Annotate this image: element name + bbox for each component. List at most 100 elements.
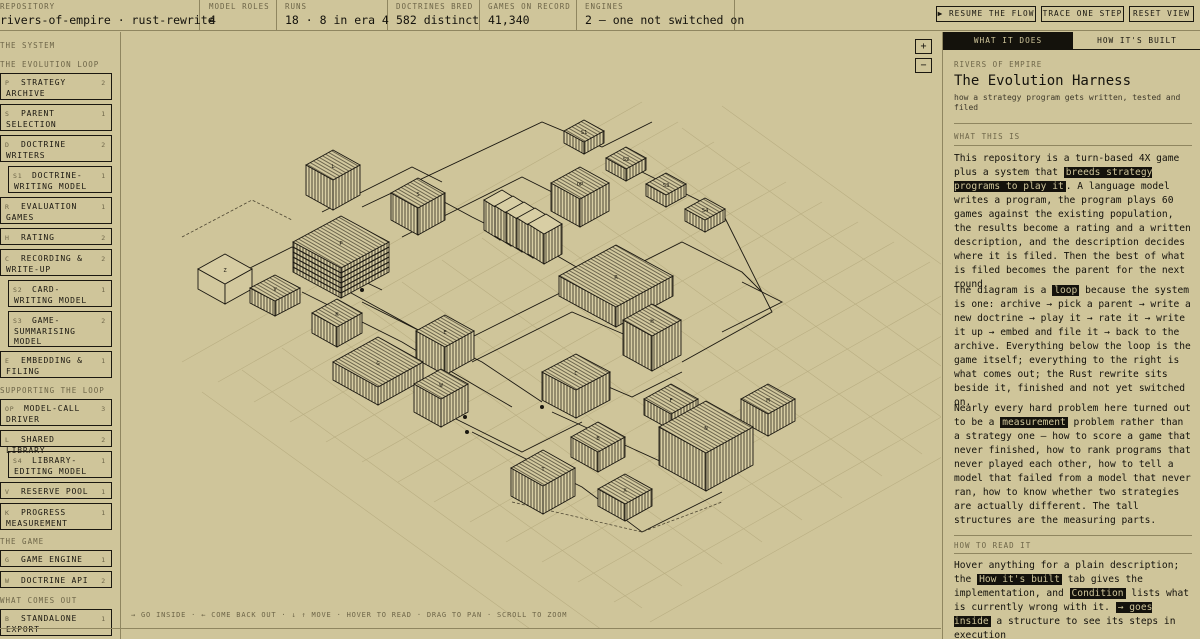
divider [954, 535, 1192, 536]
resume-flow-button[interactable]: ▶ RESUME THE FLOW [936, 6, 1036, 22]
sidebar-item-progress-measurement[interactable]: K PROGRESS MEASUREMENT 1 [0, 503, 112, 530]
item-count: 1 [101, 110, 106, 118]
section-how-to-read: HOW TO READ IT [954, 541, 1032, 550]
item-count: 3 [101, 405, 106, 413]
zoom-in-button[interactable]: + [915, 39, 932, 54]
zoom-out-button[interactable]: − [915, 58, 932, 73]
block-op[interactable]: OP [550, 166, 610, 228]
sidebar-system-title: THE SYSTEM [0, 41, 56, 50]
stat-games: GAMES ON RECORD 41,340 [480, 0, 577, 31]
highlight-term[interactable]: How it's built [977, 574, 1062, 585]
sidebar-item-shared-library[interactable]: L SHARED LIBRARY 2 [0, 430, 112, 455]
sidebar-item-doctrine-writers[interactable]: D DOCTRINE WRITERS 2 [0, 135, 112, 162]
item-label: GAME-SUMMARISING MODEL [14, 316, 76, 346]
block-s1[interactable]: S1 [563, 119, 605, 155]
sidebar-item-game-engine[interactable]: G GAME ENGINE 1 [0, 550, 112, 567]
block-l[interactable]: L [305, 149, 361, 211]
panel-kicker: RIVERS OF EMPIRE [954, 60, 1043, 69]
item-label: STRATEGY ARCHIVE [6, 78, 66, 98]
block-s4[interactable]: S4 [684, 197, 726, 233]
sidebar-item-doctrine-writing-model[interactable]: S1 DOCTRINE-WRITING MODEL 1 [8, 166, 112, 193]
tab-how-its-built[interactable]: HOW IT'S BUILT [1073, 32, 1200, 50]
item-count: 2 [101, 317, 106, 325]
stat-value: 41,340 [488, 13, 530, 27]
sidebar-item-strategy-archive[interactable]: P STRATEGY ARCHIVE 2 [0, 73, 112, 100]
info-panel: WHAT IT DOES HOW IT'S BUILT RIVERS OF EM… [942, 32, 1200, 639]
block-v[interactable]: V [249, 274, 301, 317]
item-count: 1 [101, 509, 106, 517]
item-label: DOCTRINE API [21, 576, 89, 585]
tab-what-it-does[interactable]: WHAT IT DOES [943, 32, 1073, 50]
block-label: S1 [581, 130, 588, 136]
item-label: MODEL-CALL DRIVER [6, 404, 81, 424]
paragraph-text: problem rather than a strategy one — how… [954, 417, 1191, 526]
item-label: CARD-WRITING MODEL [14, 285, 88, 305]
stat-label: MODEL ROLES [209, 2, 270, 11]
stat-value: 4 [209, 13, 216, 27]
sidebar-item-card-writing-model[interactable]: S2 CARD-WRITING MODEL 1 [8, 280, 112, 307]
sidebar-item-recording[interactable]: C RECORDING & WRITE-UP 2 [0, 249, 112, 276]
item-count: 1 [101, 615, 106, 623]
stat-label: ENGINES [585, 2, 624, 11]
block-p[interactable]: P [292, 215, 390, 299]
highlight-term[interactable]: measurement [1000, 417, 1068, 428]
item-label: LIBRARY-EDITING MODEL [14, 456, 88, 476]
item-label: RESERVE POOL [21, 487, 89, 496]
doctrine-writer-stack[interactable] [527, 213, 563, 265]
stat-engines: ENGINES 2 — one not switched on [577, 0, 744, 31]
trace-step-button[interactable]: TRACE ONE STEP [1041, 6, 1124, 22]
section-evolution-loop: THE EVOLUTION LOOP [0, 60, 100, 69]
block-label: S2 [623, 157, 630, 163]
sidebar-item-game-summarising-model[interactable]: S3 GAME-SUMMARISING MODEL 2 [8, 311, 112, 347]
diagram-canvas[interactable]: LSPZVKEGWS1S2S3S4OPRHCF MNBTX [122, 32, 1111, 639]
sidebar-item-library-editing-model[interactable]: S4 LIBRARY-EDITING MODEL 1 [8, 451, 112, 478]
sidebar-item-reserve-pool[interactable]: V RESERVE POOL 1 [0, 482, 112, 499]
diagram-blocks[interactable]: LSPZVKEGWS1S2S3S4OPRHCF MNBTX [197, 119, 796, 522]
item-count: 1 [101, 357, 106, 365]
junction-dot [463, 415, 467, 419]
keyboard-hints: → GO INSIDE · ← COME BACK OUT · ↓ ↑ MOVE… [131, 611, 568, 619]
highlight-term[interactable]: loop [1052, 285, 1080, 296]
junction-dot [360, 288, 364, 292]
section-what-comes-out: WHAT COMES OUT [0, 596, 78, 605]
block-label: G [376, 361, 379, 367]
block-s2[interactable]: S2 [605, 146, 647, 182]
block-label: S4 [702, 208, 709, 214]
sidebar-item-model-call-driver[interactable]: OP MODEL-CALL DRIVER 3 [0, 399, 112, 426]
reset-view-button[interactable]: RESET VIEW [1129, 6, 1194, 22]
item-count: 2 [101, 436, 106, 444]
sidebar-item-evaluation-games[interactable]: R EVALUATION GAMES 1 [0, 197, 112, 224]
item-label: DOCTRINE-WRITING MODEL [14, 171, 88, 191]
item-label: PROGRESS MEASUREMENT [6, 508, 68, 528]
block-label: OP [577, 182, 584, 188]
item-label: EMBEDDING & FILING [6, 356, 83, 376]
item-label: EVALUATION GAMES [6, 202, 78, 222]
sidebar-item-doctrine-api[interactable]: W DOCTRINE API 2 [0, 571, 112, 588]
block-b[interactable]: B [570, 421, 626, 473]
paragraph-text: . A language model writes a program, the… [954, 181, 1191, 290]
stat-runs: RUNS 18 · 8 in era 4 [277, 0, 389, 31]
block-k[interactable]: K [311, 298, 363, 348]
block-x[interactable]: X [597, 473, 653, 522]
sidebar-item-parent-selection[interactable]: S PARENT SELECTION 1 [0, 104, 112, 131]
panel-title: The Evolution Harness [954, 73, 1132, 89]
item-count: 1 [101, 556, 106, 564]
stat-model-roles: MODEL ROLES 4 [200, 0, 277, 31]
sidebar-item-embedding-filing[interactable]: E EMBEDDING & FILING 1 [0, 351, 112, 378]
block-t[interactable]: T [510, 449, 576, 515]
paragraph-text: The diagram is a [954, 285, 1053, 296]
block-label: H [650, 319, 653, 325]
sidebar-item-rating[interactable]: H RATING 2 [0, 228, 112, 245]
section-supporting: SUPPORTING THE LOOP [0, 386, 105, 395]
block-z[interactable]: Z [197, 253, 253, 305]
stat-repository: REPOSITORY rivers-of-empire · rust-rewri… [0, 0, 215, 31]
junction-dot [540, 405, 544, 409]
stat-label: GAMES ON RECORD [488, 2, 571, 11]
item-count: 2 [101, 577, 106, 585]
block-s[interactable]: S [390, 177, 446, 236]
highlight-term[interactable]: Condition [1069, 588, 1126, 599]
item-count: 2 [101, 141, 106, 149]
item-label: RATING [21, 233, 55, 242]
isometric-diagram[interactable]: L S P Z V K E G W S1 S2 S3 S4 OP R H C F M N B T X + − [122, 32, 1111, 639]
block-e[interactable]: E [415, 314, 475, 376]
